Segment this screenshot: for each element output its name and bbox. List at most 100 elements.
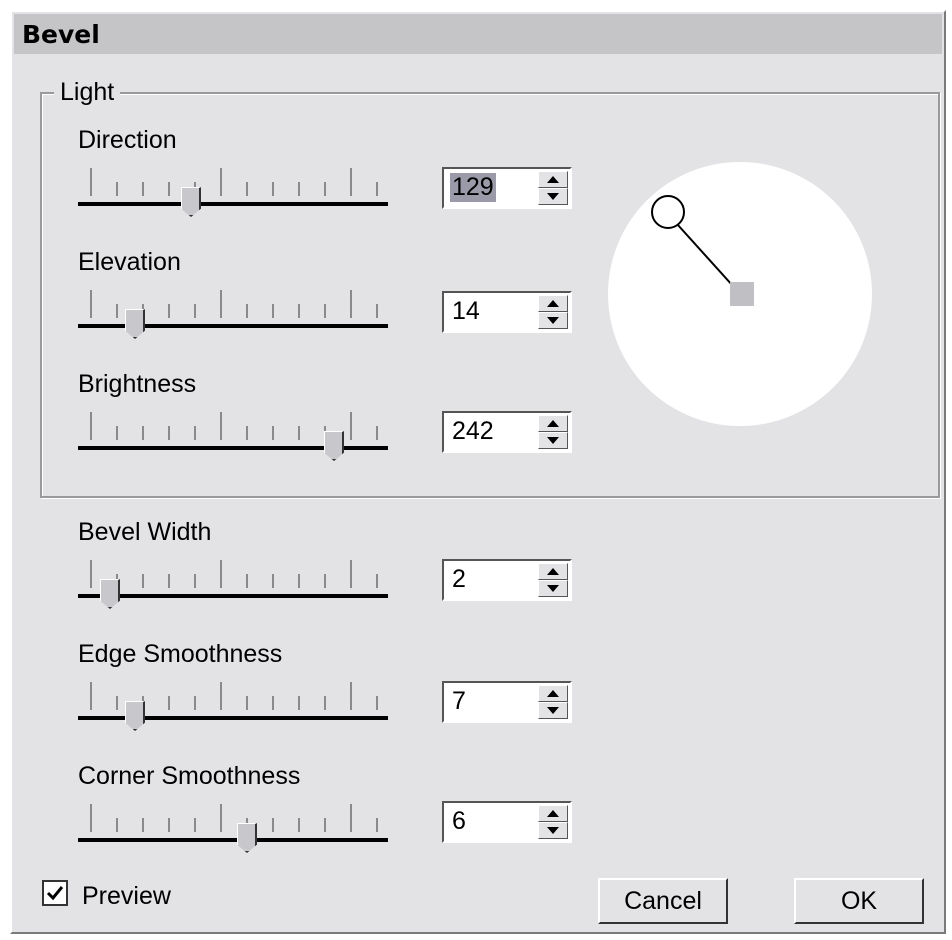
slider-tick: [246, 304, 248, 318]
checkmark-icon: [46, 886, 64, 901]
bevel-dialog: Bevel Light Direction 129 Elevation 14 B…: [10, 10, 946, 934]
brightness-label: Brightness: [78, 370, 197, 398]
slider-track: [78, 202, 388, 206]
direction-value[interactable]: 129: [450, 173, 496, 202]
slider-tick: [168, 574, 170, 588]
slider-tick: [194, 818, 196, 832]
spin-down-icon[interactable]: [538, 822, 568, 839]
brightness-value[interactable]: 242: [450, 417, 496, 446]
slider-tick: [298, 696, 300, 710]
slider-tick: [298, 574, 300, 588]
slider-tick: [90, 804, 92, 832]
direction-spinbox[interactable]: 129: [442, 167, 572, 209]
slider-tick: [142, 182, 144, 196]
elevation-slider[interactable]: [78, 286, 388, 346]
elevation-spinbox[interactable]: 14: [442, 291, 572, 333]
slider-tick: [324, 304, 326, 318]
spin-up-icon[interactable]: [538, 415, 568, 432]
slider-track: [78, 838, 388, 842]
slider-tick: [194, 304, 196, 318]
spin-up-icon[interactable]: [538, 295, 568, 312]
slider-tick: [168, 182, 170, 196]
slider-tick: [116, 304, 118, 318]
slider-thumb[interactable]: [100, 579, 120, 609]
slider-tick: [116, 818, 118, 832]
slider-tick: [220, 560, 222, 588]
cancel-button[interactable]: Cancel: [598, 878, 728, 924]
slider-tick: [298, 182, 300, 196]
slider-tick: [90, 412, 92, 440]
slider-tick: [168, 304, 170, 318]
slider-tick: [90, 560, 92, 588]
ok-button[interactable]: OK: [794, 878, 924, 924]
elevation-label: Elevation: [78, 248, 181, 276]
brightness-slider[interactable]: [78, 408, 388, 468]
slider-tick: [376, 426, 378, 440]
corner-smoothness-value[interactable]: 6: [450, 807, 468, 836]
preview-label[interactable]: Preview: [82, 882, 171, 911]
spin-up-icon[interactable]: [538, 685, 568, 702]
edge-smoothness-value[interactable]: 7: [450, 687, 468, 716]
slider-tick: [168, 818, 170, 832]
slider-tick: [376, 182, 378, 196]
slider-tick: [220, 804, 222, 832]
slider-tick: [324, 182, 326, 196]
elevation-value[interactable]: 14: [450, 297, 482, 326]
bevel-width-spinbox[interactable]: 2: [442, 559, 572, 601]
slider-tick: [90, 290, 92, 318]
light-direction-dial-icon[interactable]: [608, 162, 872, 426]
slider-tick: [350, 682, 352, 710]
slider-tick: [90, 682, 92, 710]
spin-up-icon[interactable]: [538, 171, 568, 188]
slider-tick: [142, 426, 144, 440]
slider-tick: [246, 426, 248, 440]
slider-thumb[interactable]: [237, 823, 257, 853]
slider-tick: [194, 426, 196, 440]
slider-track: [78, 716, 388, 720]
preview-checkbox[interactable]: [42, 880, 68, 906]
direction-slider[interactable]: [78, 164, 388, 224]
slider-tick: [116, 182, 118, 196]
slider-tick: [194, 574, 196, 588]
spin-down-icon[interactable]: [538, 432, 568, 449]
slider-track: [78, 324, 388, 328]
spin-down-icon[interactable]: [538, 188, 568, 205]
direction-label: Direction: [78, 126, 177, 154]
slider-tick: [324, 818, 326, 832]
slider-thumb[interactable]: [125, 309, 145, 339]
light-group-label: Light: [54, 78, 121, 107]
bevel-width-slider[interactable]: [78, 556, 388, 616]
slider-tick: [272, 426, 274, 440]
slider-tick: [168, 426, 170, 440]
slider-thumb[interactable]: [125, 701, 145, 731]
brightness-spinbox[interactable]: 242: [442, 411, 572, 453]
slider-tick: [298, 818, 300, 832]
corner-smoothness-spinbox[interactable]: 6: [442, 801, 572, 843]
slider-track: [78, 594, 388, 598]
slider-tick: [272, 304, 274, 318]
slider-tick: [298, 304, 300, 318]
dial-light-handle[interactable]: [651, 195, 685, 229]
dial-center-marker: [730, 282, 754, 306]
slider-tick: [376, 304, 378, 318]
slider-tick: [324, 574, 326, 588]
corner-smoothness-slider[interactable]: [78, 800, 388, 860]
slider-tick: [350, 168, 352, 196]
spin-down-icon[interactable]: [538, 702, 568, 719]
edge-smoothness-slider[interactable]: [78, 678, 388, 738]
spin-down-icon[interactable]: [538, 580, 568, 597]
spin-up-icon[interactable]: [538, 805, 568, 822]
bevel-width-value[interactable]: 2: [450, 565, 468, 594]
slider-tick: [272, 696, 274, 710]
slider-tick: [272, 574, 274, 588]
slider-thumb[interactable]: [324, 431, 344, 461]
slider-tick: [376, 818, 378, 832]
slider-tick: [90, 168, 92, 196]
slider-tick: [220, 682, 222, 710]
spin-up-icon[interactable]: [538, 563, 568, 580]
slider-tick: [220, 412, 222, 440]
slider-tick: [350, 290, 352, 318]
edge-smoothness-spinbox[interactable]: 7: [442, 681, 572, 723]
spin-down-icon[interactable]: [538, 312, 568, 329]
slider-thumb[interactable]: [181, 187, 201, 217]
